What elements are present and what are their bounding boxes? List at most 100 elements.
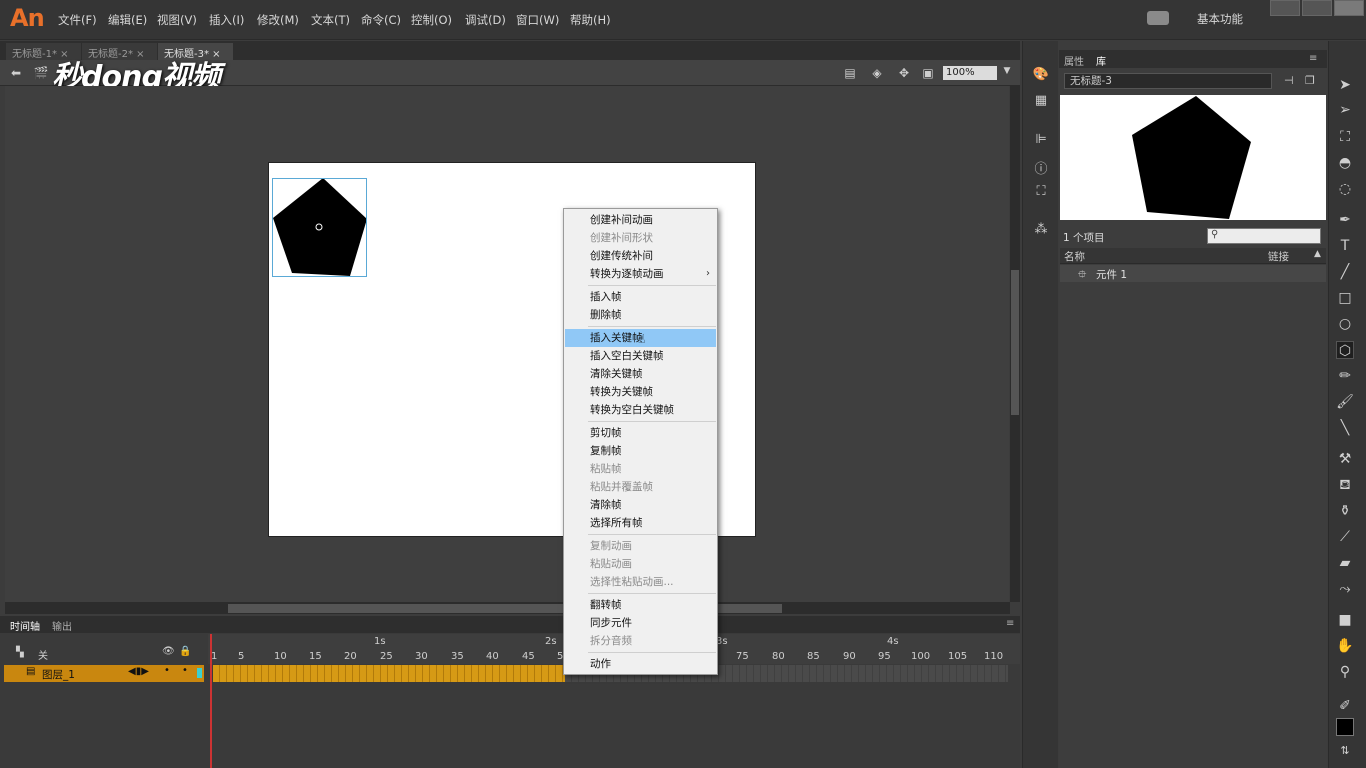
hand-tool-icon[interactable]: ✋: [1336, 637, 1354, 655]
menu-edit[interactable]: 编辑(E): [108, 12, 147, 28]
menu-item-paste-motion-special[interactable]: 选择性粘贴动画...: [565, 573, 716, 591]
menu-item-create-shape-tween[interactable]: 创建补间形状: [565, 229, 716, 247]
tab-library[interactable]: 库: [1096, 53, 1106, 68]
library-search-input[interactable]: ⚲: [1207, 228, 1321, 244]
menu-item-convert-to-keyframe[interactable]: 转换为关键帧: [565, 383, 716, 401]
brush-tool-icon[interactable]: ╲: [1336, 419, 1354, 437]
menu-item-clear-keyframe[interactable]: 清除关键帧: [565, 365, 716, 383]
bone-tool-icon[interactable]: ⚒: [1336, 450, 1354, 468]
zoom-select[interactable]: 100%: [943, 66, 997, 80]
menu-item-paste-motion[interactable]: 粘贴动画: [565, 555, 716, 573]
components-icon[interactable]: ⁂: [1032, 222, 1050, 238]
minimize-button[interactable]: [1270, 0, 1300, 16]
workspace-switcher[interactable]: 基本功能: [1197, 11, 1243, 27]
edit-scene-icon[interactable]: ▤: [842, 66, 858, 80]
paint-bucket-tool-icon[interactable]: ⛾: [1336, 476, 1354, 494]
pen-tool-icon[interactable]: ✒: [1336, 211, 1354, 229]
menu-commands[interactable]: 命令(C): [361, 12, 401, 28]
camera-tool-icon[interactable]: ■: [1336, 611, 1354, 629]
pin-icon[interactable]: ⊣: [1284, 74, 1294, 87]
eraser-tool-icon[interactable]: ▰: [1336, 554, 1354, 572]
menu-text[interactable]: 文本(T): [311, 12, 350, 28]
transform-icon[interactable]: ⛶: [1032, 184, 1050, 200]
menu-item-copy-frames[interactable]: 复制帧: [565, 442, 716, 460]
menu-item-split-audio[interactable]: 拆分音频: [565, 632, 716, 650]
menu-item-insert-blank-keyframe[interactable]: 插入空白关键帧: [565, 347, 716, 365]
zoom-tool-icon[interactable]: ⚲: [1336, 663, 1354, 681]
close-window-button[interactable]: [1334, 0, 1364, 16]
menu-view[interactable]: 视图(V): [157, 12, 197, 28]
eyedropper-tool-icon[interactable]: ⟋: [1336, 528, 1354, 546]
menu-modify[interactable]: 修改(M): [257, 12, 299, 28]
3d-rotation-tool-icon[interactable]: ◓: [1336, 154, 1354, 172]
center-stage-icon[interactable]: ✥: [896, 66, 912, 80]
lasso-tool-icon[interactable]: ◌: [1336, 180, 1354, 198]
menu-debug[interactable]: 调试(D): [465, 12, 506, 28]
rectangle-tool-icon[interactable]: □: [1336, 289, 1354, 307]
column-name[interactable]: 名称: [1064, 249, 1085, 264]
menu-control[interactable]: 控制(O): [411, 12, 452, 28]
swatches-icon[interactable]: ▦: [1032, 93, 1050, 109]
paint-brush-tool-icon[interactable]: 🖌: [1336, 393, 1354, 411]
layer-color-swatch[interactable]: [197, 668, 202, 678]
tab-output[interactable]: 输出: [52, 618, 72, 633]
color-palette-icon[interactable]: 🎨: [1032, 67, 1050, 83]
scene-clapper-icon[interactable]: 🎬: [33, 66, 49, 80]
layer-name[interactable]: 图层_1: [42, 667, 75, 682]
panel-menu-icon[interactable]: ≡: [1006, 618, 1014, 629]
chevron-down-icon[interactable]: ▼: [999, 66, 1015, 80]
fill-color-swatch[interactable]: [1336, 718, 1354, 736]
menu-item-create-classic-tween[interactable]: 创建传统补间: [565, 247, 716, 265]
sync-settings-icon[interactable]: [1147, 11, 1169, 25]
menu-help[interactable]: 帮助(H): [570, 12, 611, 28]
menu-item-remove-frames[interactable]: 删除帧: [565, 306, 716, 324]
menu-item-actions[interactable]: 动作: [565, 655, 716, 673]
menu-insert[interactable]: 插入(I): [209, 12, 244, 28]
menu-item-clear-frames[interactable]: 清除帧: [565, 496, 716, 514]
menu-item-reverse-frames[interactable]: 翻转帧: [565, 596, 716, 614]
eye-icon[interactable]: 👁: [162, 646, 175, 657]
line-tool-icon[interactable]: ╱: [1336, 263, 1354, 281]
pencil-tool-icon[interactable]: ✏: [1336, 367, 1354, 385]
edit-symbol-icon[interactable]: ◈: [869, 66, 885, 80]
text-tool-icon[interactable]: T: [1336, 237, 1354, 255]
selection-tool-icon[interactable]: ➤: [1336, 76, 1354, 94]
new-library-icon[interactable]: ❐: [1305, 74, 1315, 87]
menu-item-synchronize-symbols[interactable]: 同步元件: [565, 614, 716, 632]
library-document-select[interactable]: 无标题-3: [1064, 73, 1272, 89]
menu-item-select-all-frames[interactable]: 选择所有帧: [565, 514, 716, 532]
menu-item-convert-to-blank-keyframe[interactable]: 转换为空白关键帧: [565, 401, 716, 419]
menu-file[interactable]: 文件(F): [58, 12, 97, 28]
maximize-button[interactable]: [1302, 0, 1332, 16]
menu-item-create-motion-tween[interactable]: 创建补间动画: [565, 211, 716, 229]
sort-up-icon[interactable]: ▲: [1314, 249, 1321, 259]
swap-colors-icon[interactable]: ⇅: [1336, 742, 1354, 760]
frame-span[interactable]: [213, 665, 565, 682]
vertical-scroll-thumb[interactable]: [1011, 270, 1019, 415]
menu-item-insert-frame[interactable]: 插入帧: [565, 288, 716, 306]
menu-item-cut-frames[interactable]: 剪切帧: [565, 424, 716, 442]
library-item[interactable]: ⯐ 元件 1: [1060, 265, 1326, 282]
menu-window[interactable]: 窗口(W): [516, 12, 559, 28]
subselection-tool-icon[interactable]: ➢: [1336, 101, 1354, 119]
menu-item-copy-motion[interactable]: 复制动画: [565, 537, 716, 555]
tab-properties[interactable]: 属性: [1064, 53, 1084, 68]
lock-icon[interactable]: 🔒: [179, 646, 191, 657]
polystar-tool-icon[interactable]: ⬡: [1336, 341, 1354, 359]
menu-item-convert-frame-by-frame[interactable]: 转换为逐帧动画 ›: [565, 265, 716, 283]
info-icon[interactable]: ⓘ: [1032, 158, 1050, 177]
ink-bottle-tool-icon[interactable]: ⚱: [1336, 502, 1354, 520]
menu-item-paste-frames[interactable]: 粘贴帧: [565, 460, 716, 478]
width-tool-icon[interactable]: ⤳: [1336, 580, 1354, 598]
tab-timeline[interactable]: 时间轴: [10, 618, 40, 633]
stroke-color-icon[interactable]: ✐: [1336, 697, 1354, 715]
panel-menu-icon[interactable]: ≡: [1309, 53, 1317, 64]
back-arrow-icon[interactable]: ⬅: [8, 66, 24, 80]
clip-stage-icon[interactable]: ▣: [920, 66, 936, 80]
align-icon[interactable]: ⊫: [1032, 132, 1050, 148]
lock-dot-icon[interactable]: •: [182, 665, 188, 676]
visible-dot-icon[interactable]: •: [164, 665, 170, 676]
menu-item-paste-overwrite-frames[interactable]: 粘贴并覆盖帧: [565, 478, 716, 496]
oval-tool-icon[interactable]: ○: [1336, 315, 1354, 333]
playhead[interactable]: [210, 634, 212, 768]
